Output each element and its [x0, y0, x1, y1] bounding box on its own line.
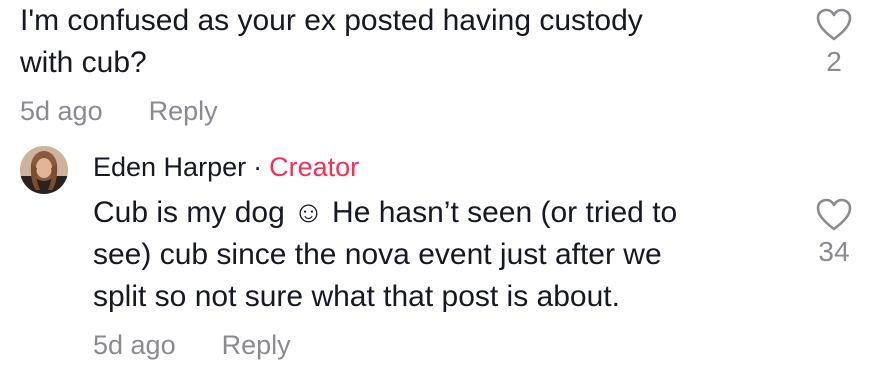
comment-like-button[interactable]: 2	[804, 8, 864, 78]
comment-meta: 5d ago Reply	[20, 96, 218, 127]
reply-meta: 5d ago Reply	[93, 330, 291, 361]
creator-badge: Creator	[269, 152, 360, 182]
reply-author-name[interactable]: Eden Harper	[93, 152, 246, 182]
reply-reply-button[interactable]: Reply	[222, 330, 291, 360]
reply-like-count: 34	[818, 236, 850, 267]
separator-dot: ·	[253, 152, 263, 182]
reply-text: Cub is my dog ☺ He hasn’t seen (or tried…	[93, 196, 678, 313]
comment-text: I'm confused as your ex posted having cu…	[20, 4, 643, 79]
comment-timestamp: 5d ago	[20, 96, 103, 126]
reply-like-button[interactable]: 34	[804, 198, 864, 268]
avatar[interactable]	[20, 146, 68, 194]
reply-timestamp: 5d ago	[93, 330, 176, 360]
comment-reply-button[interactable]: Reply	[149, 96, 218, 126]
reply-header: Eden Harper · Creator	[93, 150, 359, 184]
heart-outline-icon[interactable]	[816, 198, 852, 232]
heart-outline-icon[interactable]	[816, 8, 852, 42]
comment-like-count: 2	[826, 46, 842, 77]
avatar-image	[20, 146, 68, 194]
